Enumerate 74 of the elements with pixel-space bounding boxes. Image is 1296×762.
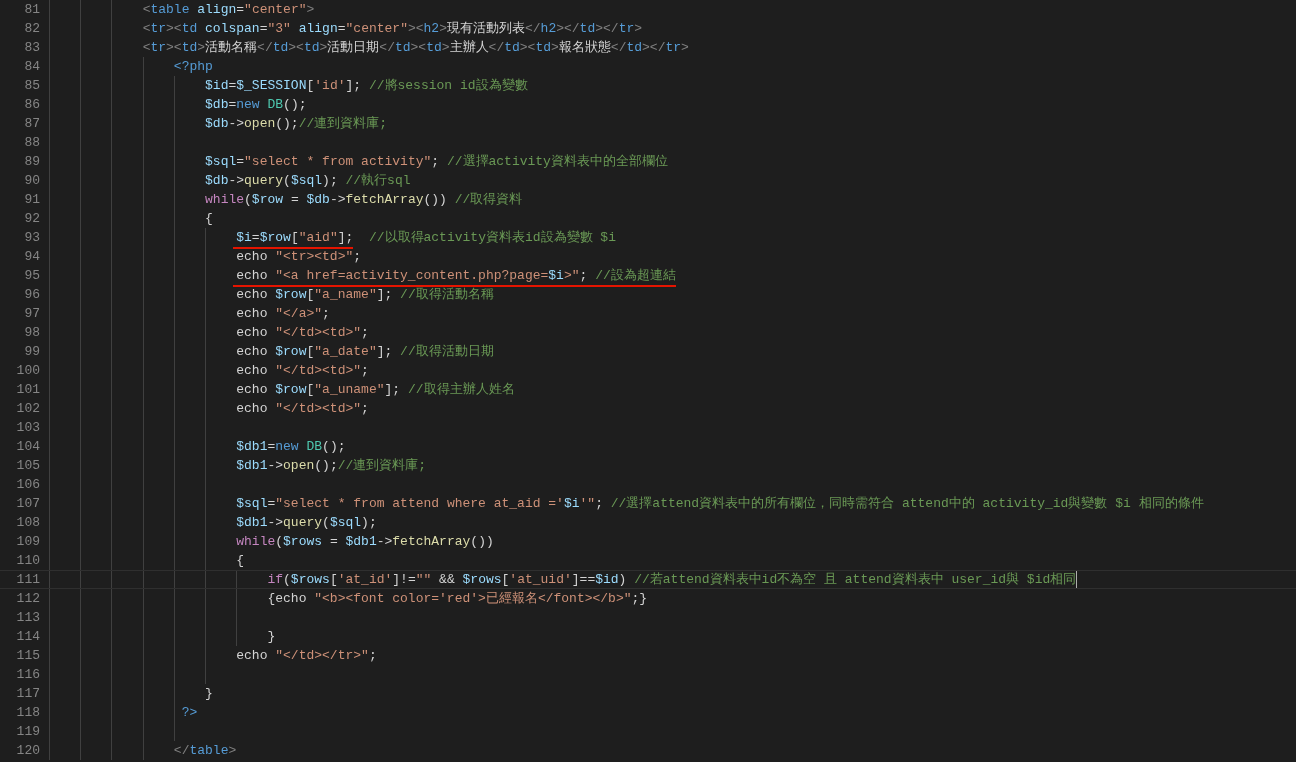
code-line: { bbox=[49, 209, 213, 228]
line-number: 116 bbox=[15, 666, 40, 684]
line-number: 112 bbox=[15, 590, 40, 608]
line-number: 106 bbox=[15, 476, 40, 494]
line-number: 102 bbox=[15, 400, 40, 418]
line-number: 109 bbox=[15, 533, 40, 551]
line-number: 111 bbox=[15, 571, 40, 588]
code-line: echo "</a>"; bbox=[49, 304, 330, 323]
code-line: $db->query($sql); //執行sql bbox=[49, 171, 411, 190]
code-line: } bbox=[49, 684, 213, 703]
code-line: $id=$_SESSION['id']; //將session id設為變數 bbox=[49, 76, 528, 95]
line-number: 92 bbox=[23, 210, 40, 228]
code-line: $db->open();//連到資料庫; bbox=[49, 114, 388, 133]
line-number: 93 bbox=[23, 229, 40, 247]
code-line: $db1->open();//連到資料庫; bbox=[49, 456, 427, 475]
code-line: $sql="select * from attend where at_aid ='$i'"; //選擇attend資料表中的所有欄位，同時需符合 attend中的 activity_id與變數 $i 相同的條件 bbox=[49, 494, 1204, 513]
code-line: $db=new DB(); bbox=[49, 95, 307, 114]
code-line: echo $row["a_name"]; //取得活動名稱 bbox=[49, 285, 494, 304]
code-line: while($row = $db->fetchArray()) //取得資料 bbox=[49, 190, 523, 209]
code-line: </table> bbox=[49, 741, 237, 760]
line-number: 110 bbox=[15, 552, 40, 570]
line-number: 96 bbox=[23, 286, 40, 304]
code-line: echo "</td><td>"; bbox=[49, 361, 369, 380]
code-line: echo "</td><td>"; bbox=[49, 323, 369, 342]
code-line: { bbox=[49, 551, 245, 570]
code-line: echo $row["a_date"]; //取得活動日期 bbox=[49, 342, 494, 361]
line-number: 99 bbox=[23, 343, 40, 361]
line-number: 90 bbox=[23, 172, 40, 190]
code-line: } bbox=[49, 627, 276, 646]
line-number: 117 bbox=[15, 685, 40, 703]
code-line: $i=$row["aid"]; //以取得activity資料表id設為變數 $i bbox=[49, 228, 616, 247]
line-number: 108 bbox=[15, 514, 40, 532]
line-number: 118 bbox=[15, 704, 40, 722]
line-number: 86 bbox=[23, 96, 40, 114]
line-number: 114 bbox=[15, 628, 40, 646]
line-number: 105 bbox=[15, 457, 40, 475]
line-number: 115 bbox=[15, 647, 40, 665]
line-number: 81 bbox=[23, 1, 40, 19]
line-number: 107 bbox=[15, 495, 40, 513]
code-line: while($rows = $db1->fetchArray()) bbox=[49, 532, 494, 551]
code-line: <table align="center"> bbox=[49, 0, 315, 19]
line-number: 87 bbox=[23, 115, 40, 133]
line-number: 85 bbox=[23, 77, 40, 95]
line-number: 101 bbox=[15, 381, 40, 399]
line-number: 98 bbox=[23, 324, 40, 342]
code-line: echo "</td></tr>"; bbox=[49, 646, 377, 665]
line-number: 82 bbox=[23, 20, 40, 38]
code-line: ?> bbox=[49, 703, 198, 722]
code-line: $db1=new DB(); bbox=[49, 437, 346, 456]
code-line: <tr><td colspan="3" align="center"><h2>現有活動列表</h2></td></tr> bbox=[49, 19, 643, 38]
line-number: 120 bbox=[15, 742, 40, 760]
line-number: 113 bbox=[15, 609, 40, 627]
line-number: 103 bbox=[15, 419, 40, 437]
line-number: 89 bbox=[23, 153, 40, 171]
line-number: 100 bbox=[15, 362, 40, 380]
line-number: 84 bbox=[23, 58, 40, 76]
code-line: $sql="select * from activity"; //選擇activity資料表中的全部欄位 bbox=[49, 152, 668, 171]
code-line: if($rows['at_id']!="" && $rows['at_uid']==$id) //若attend資料表中id不為空 且 attend資料表中 user_id與 $id相同 bbox=[49, 571, 1077, 588]
code-line: <tr><td>活動名稱</td><td>活動日期</td><td>主辦人</td><td>報名狀態</td></tr> bbox=[49, 38, 689, 57]
code-line: echo "</td><td>"; bbox=[49, 399, 369, 418]
line-number: 119 bbox=[15, 723, 40, 741]
line-number: 95 bbox=[23, 267, 40, 285]
line-number: 88 bbox=[23, 134, 40, 152]
line-number: 97 bbox=[23, 305, 40, 323]
code-line: echo "<a href=activity_content.php?page=$i>"; //設為超連結 bbox=[49, 266, 676, 285]
line-number: 83 bbox=[23, 39, 40, 57]
code-line: echo $row["a_uname"]; //取得主辦人姓名 bbox=[49, 380, 515, 399]
text-cursor bbox=[1076, 571, 1078, 588]
code-line: {echo "<b><font color='red'>已經報名</font></b>";} bbox=[49, 589, 648, 608]
code-line: <?php bbox=[49, 57, 213, 76]
line-number: 104 bbox=[15, 438, 40, 456]
line-number: 91 bbox=[23, 191, 40, 209]
code-line: $db1->query($sql); bbox=[49, 513, 377, 532]
line-number: 94 bbox=[23, 248, 40, 266]
